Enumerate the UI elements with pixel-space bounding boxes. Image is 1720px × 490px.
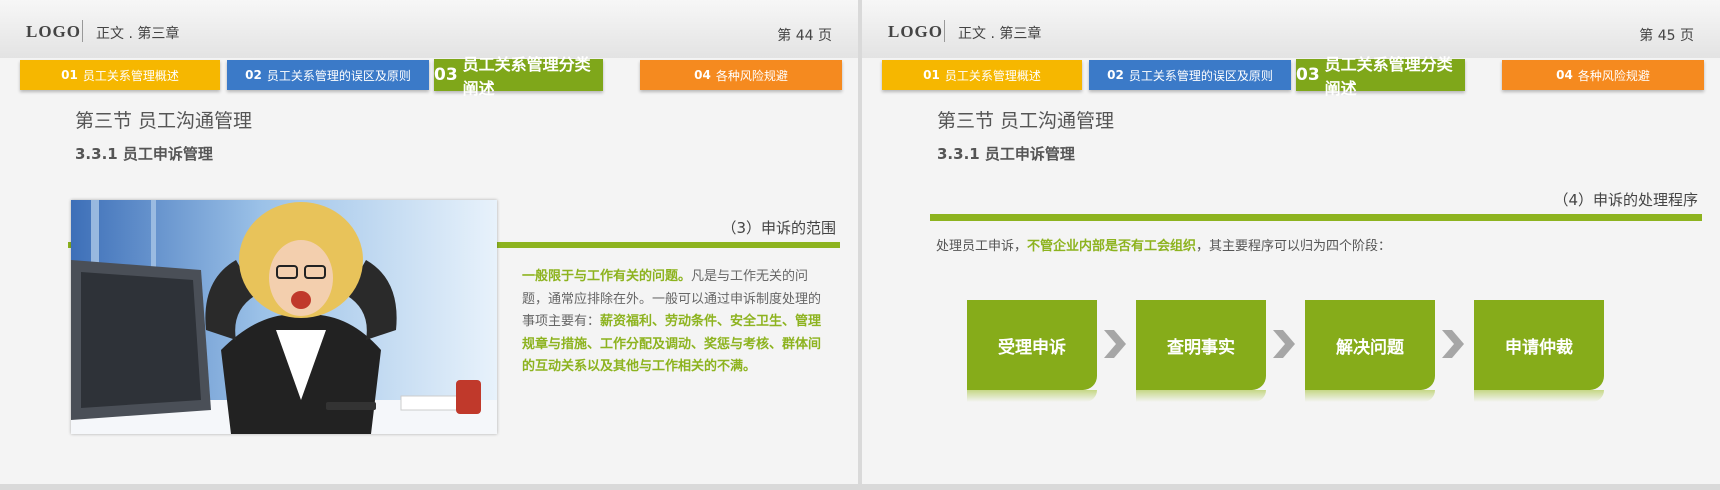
logo: LOGO <box>888 22 944 41</box>
section-title: 第三节 员工沟通管理 <box>937 110 1115 132</box>
chevron-right-icon <box>1442 330 1464 358</box>
nav-tab-03-active[interactable]: 03 员工关系管理分类阐述 <box>1296 55 1465 98</box>
nav-tab-label: 各种风险规避 <box>1577 68 1650 83</box>
slide-page-45: LOGO 正文 . 第三章 第 45 页 01 员工关系管理概述 02 员工关系管理… <box>862 0 1720 484</box>
nav-tab-label: 员工关系管理概述 <box>944 68 1041 83</box>
header-divider <box>944 20 945 42</box>
intro-highlight: 不管企业内部是否有工会组织 <box>1027 239 1197 254</box>
green-divider <box>930 214 1702 221</box>
page-number: 第 44 页 <box>777 28 832 44</box>
procedure-heading: （4）申诉的处理程序 <box>1553 191 1698 209</box>
nav-tab-label: 各种风险规避 <box>715 68 788 83</box>
chapter-label: 正文 . 第三章 <box>958 26 1042 42</box>
subsection-title: 3.3.1 员工申诉管理 <box>75 145 213 163</box>
scope-lead: 一般限于与工作有关的问题。 <box>522 269 692 284</box>
nav-tab-04[interactable]: 04 各种风险规避 <box>640 60 842 90</box>
step-accept-appeal: 受理申诉 <box>967 300 1097 402</box>
header-divider <box>82 20 83 42</box>
section-title: 第三节 员工沟通管理 <box>75 110 253 132</box>
scope-heading: （3）申诉的范围 <box>721 219 836 237</box>
nav-tab-label: 员工关系管理的误区及原则 <box>1128 68 1273 83</box>
nav-tab-label: 员工关系管理分类阐述 <box>1324 55 1453 98</box>
nav-tab-01[interactable]: 01 员工关系管理概述 <box>882 60 1082 90</box>
procedure-intro: 处理员工申诉，不管企业内部是否有工会组织，其主要程序可以归为四个阶段： <box>936 239 1392 254</box>
chevron-right-icon <box>1104 330 1126 358</box>
step-apply-arbitration: 申请仲裁 <box>1474 300 1604 402</box>
slide-header: LOGO 正文 . 第三章 第 45 页 <box>862 0 1720 58</box>
chevron-right-icon <box>1273 330 1295 358</box>
nav-tab-02[interactable]: 02 员工关系管理的误区及原则 <box>1089 60 1291 90</box>
nav-tab-label: 员工关系管理概述 <box>82 68 179 83</box>
page-number: 第 45 页 <box>1639 28 1694 44</box>
nav-tab-label: 员工关系管理的误区及原则 <box>266 68 411 83</box>
stressed-woman-photo <box>71 200 497 434</box>
slide-page-44: LOGO 正文 . 第三章 第 44 页 01 员工关系管理概述 02 员工关系管理… <box>0 0 858 484</box>
subsection-title: 3.3.1 员工申诉管理 <box>937 145 1075 163</box>
nav-tab-02[interactable]: 02 员工关系管理的误区及原则 <box>227 60 429 90</box>
step-resolve-issue: 解决问题 <box>1305 300 1435 402</box>
scope-description: 一般限于与工作有关的问题。凡是与工作无关的问题，通常应排除在外。一般可以通过申诉… <box>522 266 822 379</box>
nav-tab-04[interactable]: 04 各种风险规避 <box>1502 60 1704 90</box>
slide-header: LOGO 正文 . 第三章 第 44 页 <box>0 0 858 58</box>
nav-tab-01[interactable]: 01 员工关系管理概述 <box>20 60 220 90</box>
step-investigate-facts: 查明事实 <box>1136 300 1266 402</box>
nav-tab-label: 员工关系管理分类阐述 <box>462 55 591 98</box>
nav-tab-03-active[interactable]: 03 员工关系管理分类阐述 <box>434 55 603 98</box>
chapter-label: 正文 . 第三章 <box>96 26 180 42</box>
logo: LOGO <box>26 22 82 41</box>
